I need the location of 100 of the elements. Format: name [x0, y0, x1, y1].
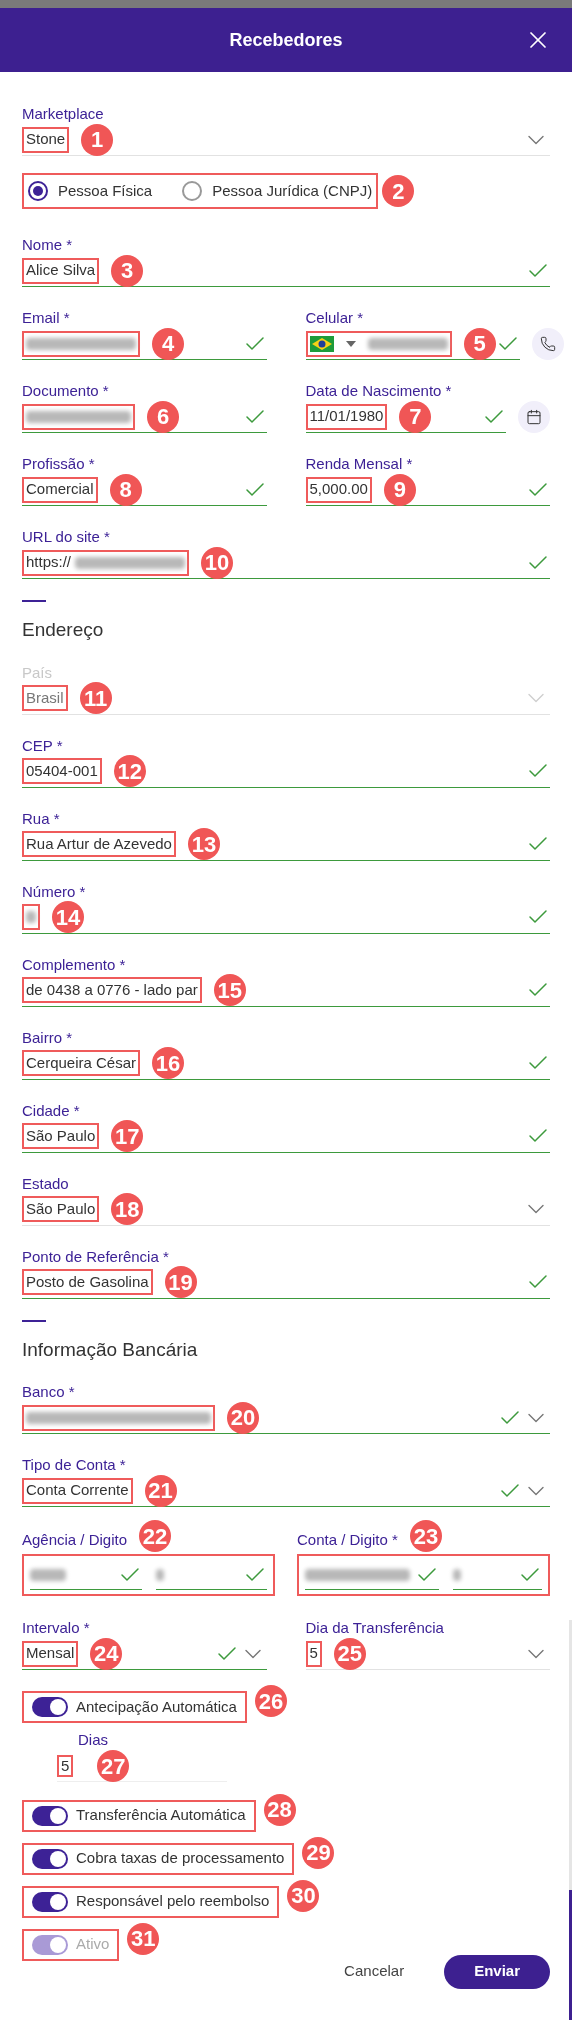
field-label: Tipo de Conta * [22, 1455, 127, 1475]
field-label: Email * [22, 308, 71, 328]
field-label: Celular * [305, 308, 365, 328]
field-value: Conta Corrente [26, 1480, 129, 1501]
field-label: Dia da Transferência [305, 1618, 445, 1638]
field-value: São Paulo [26, 1198, 96, 1219]
toggle-switch[interactable] [32, 1891, 68, 1912]
toggle-switch[interactable] [32, 1697, 68, 1717]
step-marker: 16 [152, 1047, 185, 1079]
field-value: https:// [26, 552, 72, 573]
field-label: Estado [22, 1173, 70, 1194]
input-field[interactable]: 5 27 [57, 1751, 227, 1782]
section-title: Informação Bancária [22, 1338, 198, 1360]
field-value: Comercial [26, 479, 94, 500]
field-label: Ponto de Referência * [22, 1246, 170, 1267]
field-label: Renda Mensal * [305, 454, 414, 474]
field-label: Conta / Digito * [297, 1529, 398, 1550]
step-marker: 28 [263, 1793, 296, 1826]
whatsapp-button[interactable] [531, 328, 564, 360]
step-marker: 19 [164, 1266, 197, 1298]
step-marker: 7 [399, 400, 432, 433]
step-marker: 27 [97, 1750, 130, 1782]
cancel-button[interactable]: Cancelar [336, 1960, 413, 1983]
toggle-label: Transferência Automática [76, 1805, 246, 1826]
step-marker: 2 [382, 175, 415, 207]
step-marker: 13 [187, 828, 220, 860]
modal-title: Recebedores [229, 28, 343, 52]
blurred-value [156, 1568, 164, 1581]
input-field[interactable]: Alice Silva 3 [22, 255, 550, 287]
toggle-label: Ativo [76, 1934, 110, 1955]
field-value: 05404-001 [26, 760, 98, 781]
calendar-button[interactable] [518, 401, 550, 433]
field-label: Profissão * [22, 454, 96, 474]
step-marker: 12 [113, 755, 146, 787]
field-value: 11/01/1980 [309, 406, 384, 427]
step-marker: 17 [111, 1120, 144, 1152]
step-marker: 31 [127, 1922, 160, 1955]
scrollbar[interactable] [569, 1620, 572, 2020]
radio-option[interactable]: Pessoa Jurídica (CNPJ) [182, 179, 373, 203]
step-marker: 6 [147, 400, 179, 433]
field-label: Banco * [22, 1382, 76, 1402]
field-value: Alice Silva [26, 260, 96, 281]
field-label: Número * [22, 881, 87, 902]
radio-option[interactable]: Pessoa Física [28, 179, 153, 203]
step-marker: 9 [383, 473, 416, 506]
caret-icon[interactable] [345, 340, 356, 347]
step-marker: 20 [227, 1401, 259, 1434]
input-field[interactable]: Posto de Gasolina 19 [22, 1266, 550, 1299]
input-field[interactable]: Mensal 24 [22, 1638, 267, 1670]
field-label: Marketplace [22, 104, 105, 124]
toggle-switch[interactable] [32, 1805, 68, 1826]
input-field[interactable]: 05404-001 12 [22, 755, 550, 788]
field-label: URL do site * [22, 527, 111, 547]
step-marker: 11 [79, 682, 112, 714]
field-value: Brasil [26, 687, 64, 708]
step-marker: 21 [144, 1474, 177, 1507]
input-field[interactable]: 5 25 [305, 1638, 550, 1670]
step-marker: 4 [152, 327, 184, 360]
field-value: Posto de Gasolina [26, 1271, 149, 1292]
field-value: de 0438 a 0776 - lado par [26, 979, 198, 1000]
field-value: São Paulo [26, 1125, 96, 1146]
field-value: Rua Artur de Azevedo [26, 833, 172, 854]
input-field[interactable]: 5,000.00 9 [305, 474, 550, 506]
input-field[interactable]: de 0438 a 0776 - lado par 15 [22, 974, 550, 1007]
input-field[interactable]: Comercial 8 [22, 474, 267, 506]
field-label: CEP * [22, 735, 64, 756]
step-marker: 18 [111, 1193, 144, 1225]
toggle-label: Cobra taxas de processamento [76, 1848, 285, 1869]
field-value: 5 [309, 1643, 318, 1664]
step-marker: 1 [81, 123, 114, 156]
field-label: Dias [78, 1730, 109, 1750]
input-field[interactable]: 11/01/1980 7 [305, 401, 506, 433]
field-label: Complemento * [22, 954, 127, 975]
input-field[interactable]: Conta Corrente 21 [22, 1475, 550, 1507]
step-marker: 3 [111, 254, 144, 287]
phone-icon [539, 336, 556, 352]
field-label: Cidade * [22, 1100, 81, 1121]
field-value: 5 [61, 1755, 70, 1776]
field-value: Mensal [26, 1643, 75, 1664]
calendar-icon [526, 409, 542, 425]
field-label: Documento * [22, 381, 110, 401]
field-label: Agência / Digito [22, 1529, 128, 1550]
step-marker: 14 [52, 901, 84, 933]
submit-button[interactable]: Enviar [444, 1954, 550, 1989]
blurred-value [453, 1568, 461, 1581]
input-field[interactable]: https:// 10 [22, 547, 550, 579]
section-title: Endereço [22, 619, 104, 640]
step-marker: 25 [333, 1637, 366, 1670]
toggle-switch[interactable] [32, 1848, 68, 1869]
field-label: Rua * [22, 808, 61, 829]
input-field[interactable]: São Paulo 17 [22, 1120, 550, 1153]
toggle-label: Antecipação Automática [76, 1696, 237, 1717]
step-marker: 26 [254, 1685, 287, 1717]
field-label: Nome * [22, 235, 74, 255]
field-label: Bairro * [22, 1027, 74, 1048]
input-field[interactable]: Cerqueira César 16 [22, 1047, 550, 1080]
input-field[interactable]: São Paulo 18 [22, 1193, 550, 1226]
input-field[interactable]: Rua Artur de Azevedo 13 [22, 828, 550, 861]
field-value: 5,000.00 [309, 479, 368, 500]
input-field[interactable]: Stone 1 [22, 124, 550, 156]
